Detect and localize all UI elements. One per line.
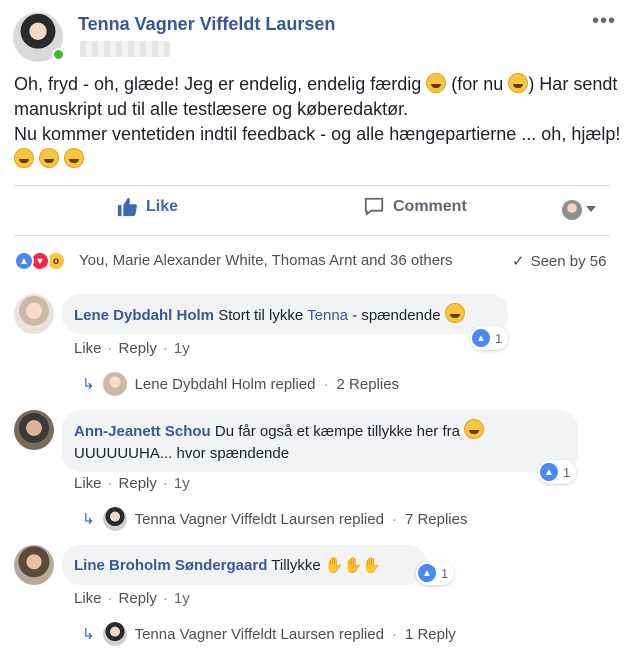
separator: · [162,590,168,607]
post-text-line-1b: (for nu [451,74,504,94]
reply-arrow-icon: ↳ [82,375,95,393]
comment-like-count[interactable]: ▲ 1 [470,326,509,350]
comment-text-2: - spændende [352,307,441,324]
comment-bubble-icon [364,197,384,216]
replies-count: 7 Replies [404,510,468,528]
comment-bubble: Lene Dybdahl Holm Stort til lykke Tenna … [62,294,508,334]
tears-of-joy-emoji-icon [14,148,34,168]
view-replies[interactable]: ↳ Tenna Vagner Viffeldt Laursen replied … [82,622,456,646]
share-as-avatar[interactable] [562,200,582,220]
post-body: Oh, fryd - oh, glæde! Jeg er endelig, en… [14,72,621,172]
replier-avatar [102,372,127,396]
comment-meta: Like · Reply · 1y [74,340,190,357]
comment-meta: Like · Reply · 1y [74,590,190,607]
online-status-dot [52,48,65,61]
comment-like-link[interactable]: Like [74,340,102,357]
blurred-timestamp [80,41,170,57]
comment-like-link[interactable]: Like [74,590,102,607]
clapping-hands-emoji-icon: ✋✋✋ [324,556,381,574]
thumbs-up-icon: ▲ [472,329,490,347]
tears-of-joy-emoji-row [14,147,618,172]
replies-author: Tenna Vagner Viffeldt Laursen replied [134,625,384,643]
chevron-down-icon[interactable] [586,206,596,212]
grinning-emoji-icon [426,73,447,93]
replies-count: 2 Replies [336,375,400,393]
commenter-avatar[interactable] [14,294,54,334]
separator: · [391,625,397,643]
divider [14,235,610,236]
comment-text: Du får også et kæmpe tillykke her fra [214,423,460,440]
view-replies[interactable]: ↳ Lene Dybdahl Holm replied · 2 Replies [82,372,399,396]
thumbs-up-icon [117,197,137,217]
separator: · [107,590,113,607]
comment-text-line-2: UUUUUUHA... hvor spændende [74,445,290,462]
commenter-name[interactable]: Lene Dybdahl Holm [74,307,214,324]
seen-by-label: Seen by 56 [530,252,607,270]
winking-tongue-emoji-icon [508,73,529,93]
replies-count: 1 Reply [404,625,456,643]
separator: · [107,340,113,357]
comment-bubble: Line Broholm Søndergaard Tillykke ✋✋✋ [62,545,426,585]
comment-time[interactable]: 1y [174,475,190,492]
mention-link[interactable]: Tenna [307,307,348,324]
like-reaction-icon: ▲ [14,251,34,271]
tears-of-joy-emoji-icon [39,148,60,168]
view-replies[interactable]: ↳ Tenna Vagner Viffeldt Laursen replied … [82,507,467,531]
post-author-name[interactable]: Tenna Vagner Viffeldt Laursen [78,14,335,35]
commenter-avatar[interactable] [14,545,54,585]
comment-text: Tillykke [271,557,321,574]
replier-avatar [102,622,127,646]
grinning-emoji-icon [464,419,485,439]
replier-avatar [102,507,127,531]
divider [14,185,610,186]
comment-like-link[interactable]: Like [74,475,102,492]
post-text-line-3: Nu kommer ventetiden indtil feedback - o… [14,124,621,144]
separator: · [162,475,168,492]
comment-bubble: Ann-Jeanett Schou Du får også et kæmpe t… [62,410,578,472]
reply-arrow-icon: ↳ [82,625,95,643]
commenter-name[interactable]: Line Broholm Søndergaard [74,557,267,574]
separator: · [323,375,329,393]
post-text-line-1: Oh, fryd - oh, glæde! Jeg er endelig, en… [14,74,422,94]
comment-time[interactable]: 1y [174,340,190,357]
comment-like-count[interactable]: ▲ 1 [416,561,455,585]
like-button-label: Like [146,198,179,215]
thumbs-up-icon: ▲ [540,463,558,481]
comment-button[interactable]: Comment [363,196,467,218]
reaction-icons[interactable]: ▲ ♥ o [14,251,66,271]
comment-reply-link[interactable]: Reply [119,475,157,492]
ellipsis-icon[interactable]: ••• [592,10,616,33]
comment-reply-link[interactable]: Reply [119,340,157,357]
comment-like-count[interactable]: ▲ 1 [538,460,577,484]
separator: · [107,475,113,492]
comment-meta: Like · Reply · 1y [74,475,190,492]
replies-author: Tenna Vagner Viffeldt Laursen replied [134,510,384,528]
separator: · [162,340,168,357]
post-text-line-2: manuskript ud til alle testlæsere og køb… [14,99,409,119]
post-text-line-1c: ) Har sendt [528,74,618,94]
facebook-post: Tenna Vagner Viffeldt Laursen ••• Oh, fr… [0,0,628,648]
comment-text: Stort til lykke [218,307,304,324]
comment-button-label: Comment [393,198,467,215]
like-button[interactable]: Like [116,196,178,218]
seen-by[interactable]: ✓ Seen by 56 [512,252,606,270]
comment-time[interactable]: 1y [174,590,190,607]
checkmark-icon: ✓ [512,252,525,270]
smiley-emoji-icon [444,303,465,323]
like-count: 1 [563,464,571,480]
commenter-avatar[interactable] [14,410,54,450]
comment-reply-link[interactable]: Reply [119,590,157,607]
reply-arrow-icon: ↳ [82,510,95,528]
like-count: 1 [441,565,449,581]
thumbs-up-icon: ▲ [418,564,436,582]
like-count: 1 [495,330,503,346]
reaction-summary-text[interactable]: You, Marie Alexander White, Thomas Arnt … [79,252,453,269]
commenter-name[interactable]: Ann-Jeanett Schou [74,423,211,440]
tears-of-joy-emoji-icon [64,148,85,168]
separator: · [391,510,397,528]
replies-author: Lene Dybdahl Holm replied [134,375,316,393]
